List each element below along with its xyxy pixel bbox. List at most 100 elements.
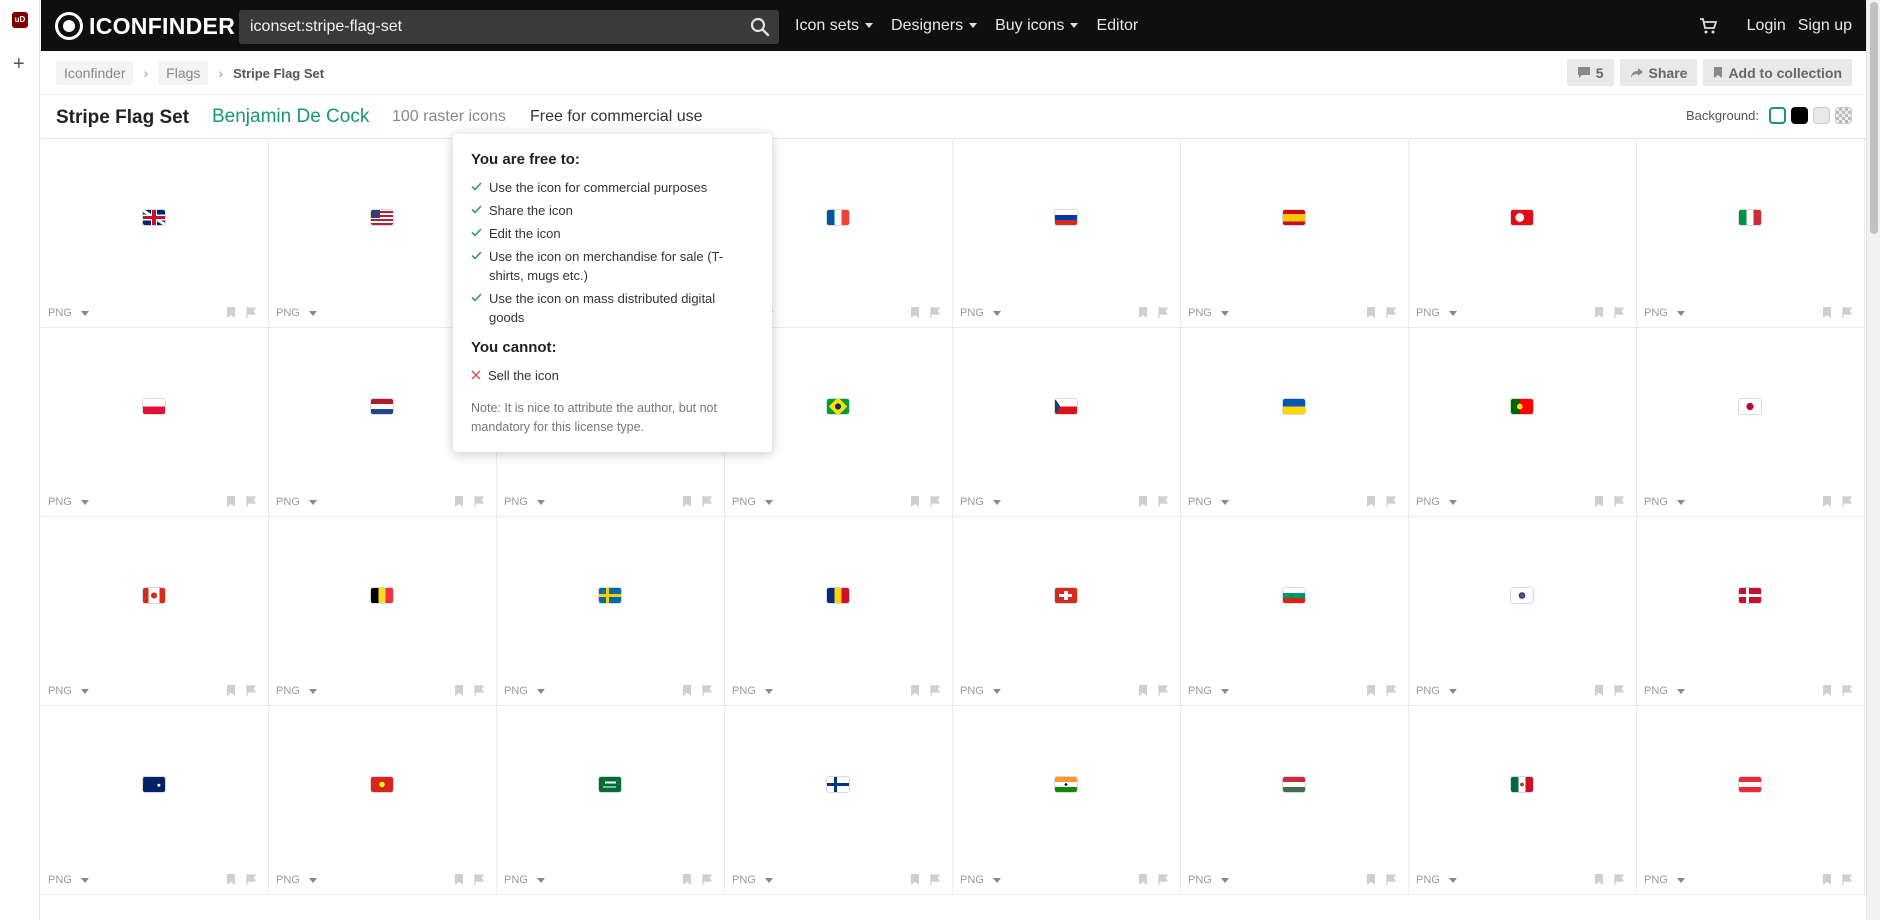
format-dropdown[interactable]: PNG [1188, 685, 1229, 697]
format-dropdown[interactable]: PNG [1188, 307, 1229, 319]
netherlands-flag-icon[interactable] [371, 399, 393, 414]
format-dropdown[interactable]: PNG [48, 307, 89, 319]
report-flag-icon[interactable] [1614, 305, 1625, 318]
format-dropdown[interactable]: PNG [960, 496, 1001, 508]
bookmark-icon[interactable] [682, 872, 693, 885]
format-dropdown[interactable]: PNG [1644, 496, 1685, 508]
romania-flag-icon[interactable] [827, 588, 849, 603]
icon-card[interactable]: PNG [497, 706, 725, 895]
bookmark-icon[interactable] [682, 683, 693, 696]
report-flag-icon[interactable] [1614, 872, 1625, 885]
icon-card[interactable]: PNG [41, 706, 269, 895]
menu-icon-sets[interactable]: Icon sets [795, 17, 874, 35]
bookmark-icon[interactable] [226, 305, 237, 318]
signup-link[interactable]: Sign up [1798, 17, 1852, 35]
bookmark-icon[interactable] [226, 494, 237, 507]
format-dropdown[interactable]: PNG [960, 874, 1001, 886]
bookmark-icon[interactable] [1138, 305, 1149, 318]
login-link[interactable]: Login [1747, 17, 1786, 35]
australia-flag-icon[interactable] [143, 777, 165, 792]
icon-card[interactable]: PNG [953, 328, 1181, 517]
format-dropdown[interactable]: PNG [1416, 685, 1457, 697]
bookmark-icon[interactable] [1366, 683, 1377, 696]
india-flag-icon[interactable] [1055, 777, 1077, 792]
format-dropdown[interactable]: PNG [48, 685, 89, 697]
report-flag-icon[interactable] [1158, 683, 1169, 696]
format-dropdown[interactable]: PNG [504, 874, 545, 886]
bookmark-icon[interactable] [910, 494, 921, 507]
bookmark-icon[interactable] [454, 872, 465, 885]
icon-card[interactable]: PNG [1409, 139, 1637, 328]
icon-card[interactable]: PNG [1409, 328, 1637, 517]
icon-card[interactable]: PNG [497, 517, 725, 706]
report-flag-icon[interactable] [1158, 872, 1169, 885]
report-flag-icon[interactable] [474, 872, 485, 885]
menu-designers[interactable]: Designers [891, 17, 978, 35]
report-flag-icon[interactable] [1842, 494, 1853, 507]
portugal-flag-icon[interactable] [1511, 399, 1533, 414]
icon-card[interactable]: PNG [725, 517, 953, 706]
format-dropdown[interactable]: PNG [1188, 874, 1229, 886]
menu-editor[interactable]: Editor [1096, 17, 1138, 35]
report-flag-icon[interactable] [702, 494, 713, 507]
ukraine-flag-icon[interactable] [1283, 399, 1305, 414]
format-dropdown[interactable]: PNG [48, 496, 89, 508]
bookmark-icon[interactable] [1366, 872, 1377, 885]
denmark-flag-icon[interactable] [1739, 588, 1761, 603]
italy-flag-icon[interactable] [1739, 210, 1761, 225]
bookmark-icon[interactable] [1138, 683, 1149, 696]
report-flag-icon[interactable] [1386, 683, 1397, 696]
poland-flag-icon[interactable] [143, 399, 165, 414]
format-dropdown[interactable]: PNG [504, 496, 545, 508]
report-flag-icon[interactable] [1386, 872, 1397, 885]
switzerland-flag-icon[interactable] [1055, 588, 1077, 603]
saudi-arabia-flag-icon[interactable] [599, 777, 621, 792]
format-dropdown[interactable]: PNG [276, 685, 317, 697]
turkey-flag-icon[interactable] [1511, 210, 1533, 225]
france-flag-icon[interactable] [827, 210, 849, 225]
mexico-flag-icon[interactable] [1511, 777, 1533, 792]
report-flag-icon[interactable] [930, 305, 941, 318]
report-flag-icon[interactable] [1614, 683, 1625, 696]
bookmark-icon[interactable] [1822, 872, 1833, 885]
breadcrumb-category[interactable]: Flags [158, 61, 209, 85]
bookmark-icon[interactable] [1594, 494, 1605, 507]
icon-card[interactable]: PNG [1181, 517, 1409, 706]
format-dropdown[interactable]: PNG [1644, 307, 1685, 319]
icon-card[interactable]: PNG [269, 517, 497, 706]
format-dropdown[interactable]: PNG [732, 874, 773, 886]
format-dropdown[interactable]: PNG [732, 685, 773, 697]
japan-flag-icon[interactable] [1739, 399, 1761, 414]
format-dropdown[interactable]: PNG [1644, 874, 1685, 886]
bookmark-icon[interactable] [226, 872, 237, 885]
background-transparent-swatch[interactable] [1835, 107, 1852, 124]
icon-card[interactable]: PNG [953, 139, 1181, 328]
format-dropdown[interactable]: PNG [276, 496, 317, 508]
report-flag-icon[interactable] [1842, 872, 1853, 885]
report-flag-icon[interactable] [1158, 494, 1169, 507]
format-dropdown[interactable]: PNG [504, 685, 545, 697]
cart-icon[interactable] [1699, 17, 1717, 35]
brazil-flag-icon[interactable] [827, 399, 849, 414]
bookmark-icon[interactable] [1594, 872, 1605, 885]
report-flag-icon[interactable] [246, 305, 257, 318]
add-extension-button[interactable]: + [13, 54, 25, 74]
report-flag-icon[interactable] [702, 683, 713, 696]
icon-card[interactable]: PNG [725, 706, 953, 895]
usa-flag-icon[interactable] [371, 210, 393, 225]
spain-flag-icon[interactable] [1283, 210, 1305, 225]
format-dropdown[interactable]: PNG [960, 307, 1001, 319]
format-dropdown[interactable]: PNG [1416, 307, 1457, 319]
finland-flag-icon[interactable] [827, 777, 849, 792]
report-flag-icon[interactable] [1842, 305, 1853, 318]
icon-card[interactable]: PNG [1409, 517, 1637, 706]
comments-button[interactable]: 5 [1566, 59, 1614, 86]
iconfinder-logo[interactable]: ICONFINDER [55, 12, 235, 40]
korea-flag-icon[interactable] [1511, 588, 1533, 603]
background-gray-swatch[interactable] [1813, 107, 1830, 124]
bookmark-icon[interactable] [454, 494, 465, 507]
format-dropdown[interactable]: PNG [1416, 496, 1457, 508]
ublock-icon[interactable]: uD [12, 12, 28, 28]
icon-card[interactable]: PNG [1637, 328, 1865, 517]
scrollbar-thumb[interactable] [1870, 2, 1878, 234]
